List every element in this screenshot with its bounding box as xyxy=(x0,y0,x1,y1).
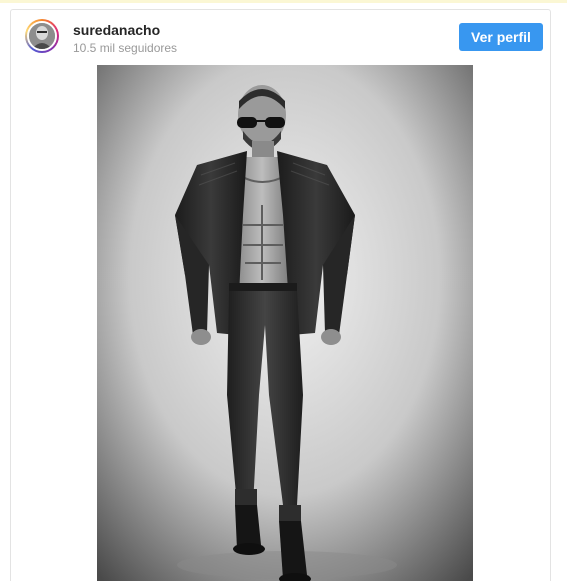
follower-count: 10.5 mil seguidores xyxy=(73,41,178,55)
top-accent-bar xyxy=(0,0,567,3)
post-photo-icon xyxy=(97,65,473,581)
instagram-embed-card: suredanacho 10.5 mil seguidores Ver perf… xyxy=(10,9,551,581)
avatar-link[interactable] xyxy=(25,19,59,53)
profile-photo-icon xyxy=(29,23,55,49)
view-profile-button[interactable]: Ver perfil xyxy=(459,23,543,51)
post-photo[interactable] xyxy=(97,65,473,581)
embed-header: suredanacho 10.5 mil seguidores Ver perf… xyxy=(11,10,550,64)
page: suredanacho 10.5 mil seguidores Ver perf… xyxy=(0,0,567,581)
avatar xyxy=(27,21,57,51)
username-link[interactable]: suredanacho xyxy=(73,22,160,38)
